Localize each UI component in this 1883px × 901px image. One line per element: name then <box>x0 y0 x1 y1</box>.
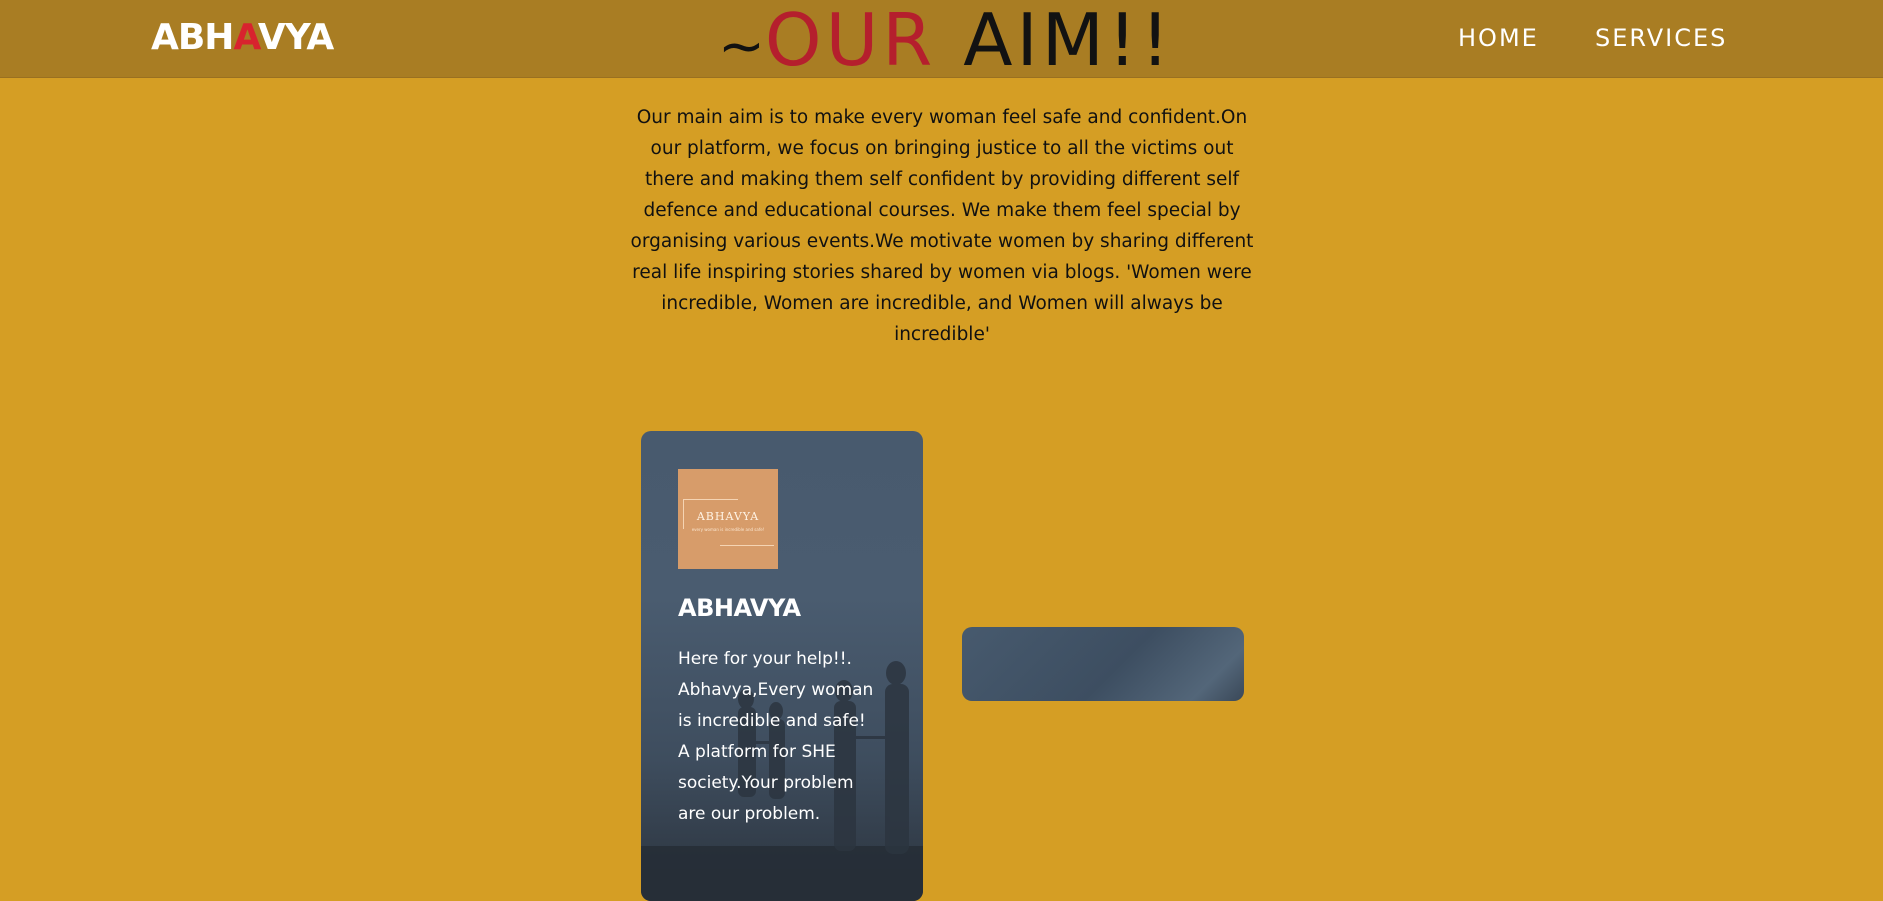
title-aim: AIM!! <box>963 0 1174 82</box>
logo-text-accent: A <box>233 17 258 58</box>
logo-line-top <box>683 499 738 500</box>
secondary-card <box>962 627 1244 701</box>
card-description: Here for your help!!. Abhavya,Every woma… <box>678 649 874 824</box>
info-card: ABHAVYA every woman is incredible and sa… <box>641 431 923 901</box>
logo-line-bottom <box>720 545 774 546</box>
page-title: ~OUR AIM!! <box>718 0 1174 80</box>
logo-image-text: ABHAVYA <box>696 510 760 523</box>
abhavya-logo-image: ABHAVYA every woman is incredible and sa… <box>678 469 778 569</box>
aim-description: Our main aim is to make every woman feel… <box>630 107 1254 345</box>
nav-services-link[interactable]: SERVICES <box>1595 22 1727 54</box>
title-our: OUR <box>764 0 937 82</box>
title-tilde: ~ <box>718 14 765 79</box>
site-logo[interactable]: ABHAVYA <box>151 14 334 62</box>
logo-text-end: VYA <box>257 17 334 58</box>
logo-image-subtext: every woman is incredible and safe! <box>691 527 765 532</box>
card-title: ABHAVYA <box>678 594 801 622</box>
nav-home-link[interactable]: HOME <box>1458 22 1539 54</box>
logo-text-start: ABH <box>151 17 234 58</box>
navbar: ABHAVYA ~OUR AIM!! HOME SERVICES <box>0 0 1883 80</box>
